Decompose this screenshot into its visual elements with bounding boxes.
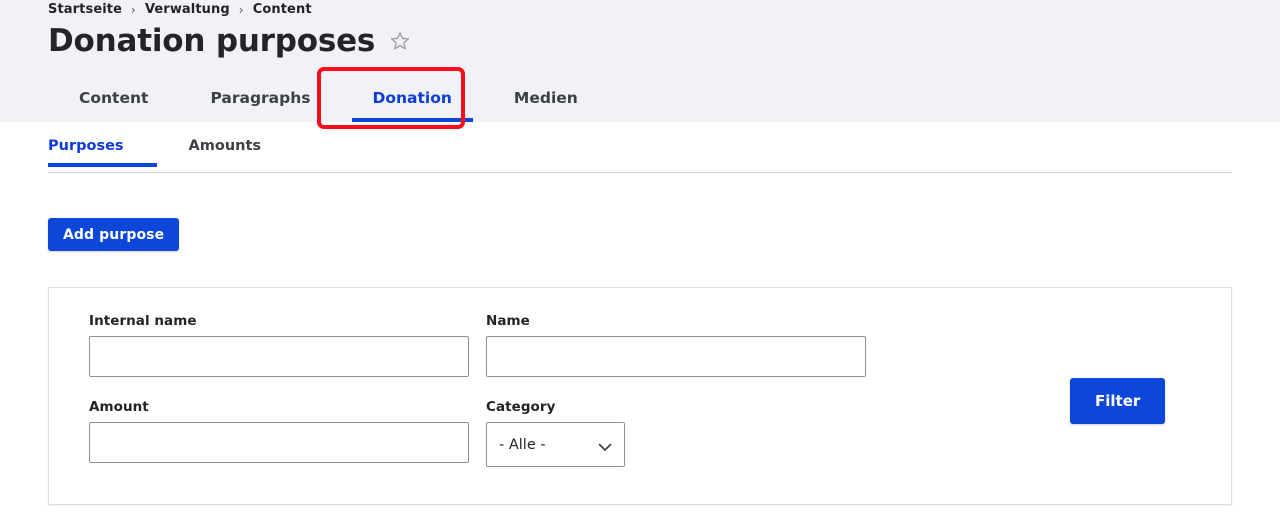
- tab-donation[interactable]: Donation: [342, 74, 483, 122]
- name-label: Name: [486, 313, 530, 329]
- category-select-value[interactable]: - Alle -: [486, 422, 625, 467]
- breadcrumb-item-startseite[interactable]: Startseite: [48, 2, 122, 17]
- breadcrumb-separator-icon: ›: [131, 2, 136, 17]
- internal-name-input[interactable]: [89, 336, 469, 377]
- name-input[interactable]: [486, 336, 866, 377]
- star-outline-icon[interactable]: [389, 30, 411, 56]
- amount-label: Amount: [89, 399, 149, 415]
- tab-medien[interactable]: Medien: [483, 74, 609, 122]
- breadcrumb: Startseite › Verwaltung › Content: [48, 2, 312, 17]
- category-label: Category: [486, 399, 556, 415]
- breadcrumb-separator-icon: ›: [238, 2, 244, 17]
- category-select[interactable]: - Alle -: [486, 422, 625, 467]
- page-header: Startseite › Verwaltung › Content Donati…: [0, 0, 1280, 122]
- tab-paragraphs[interactable]: Paragraphs: [179, 74, 341, 122]
- breadcrumb-item-verwaltung[interactable]: Verwaltung: [145, 2, 230, 17]
- secondary-tabs: Purposes Amounts: [48, 134, 1232, 173]
- admin-page: Startseite › Verwaltung › Content Donati…: [0, 0, 1280, 528]
- breadcrumb-item-content[interactable]: Content: [253, 2, 312, 17]
- filter-submit-button[interactable]: Filter: [1070, 378, 1166, 424]
- filter-panel: Internal name Name Amount Category - All…: [48, 287, 1232, 505]
- tab-purposes[interactable]: Purposes: [48, 134, 157, 167]
- tab-content[interactable]: Content: [48, 74, 179, 122]
- tab-amounts[interactable]: Amounts: [189, 134, 292, 166]
- title-row: Donation purposes: [48, 24, 411, 58]
- primary-tabs: Content Paragraphs Donation Medien: [48, 74, 609, 122]
- amount-input[interactable]: [89, 422, 469, 463]
- page-title: Donation purposes: [48, 23, 376, 59]
- internal-name-label: Internal name: [89, 313, 197, 329]
- add-purpose-button[interactable]: Add purpose: [48, 218, 180, 251]
